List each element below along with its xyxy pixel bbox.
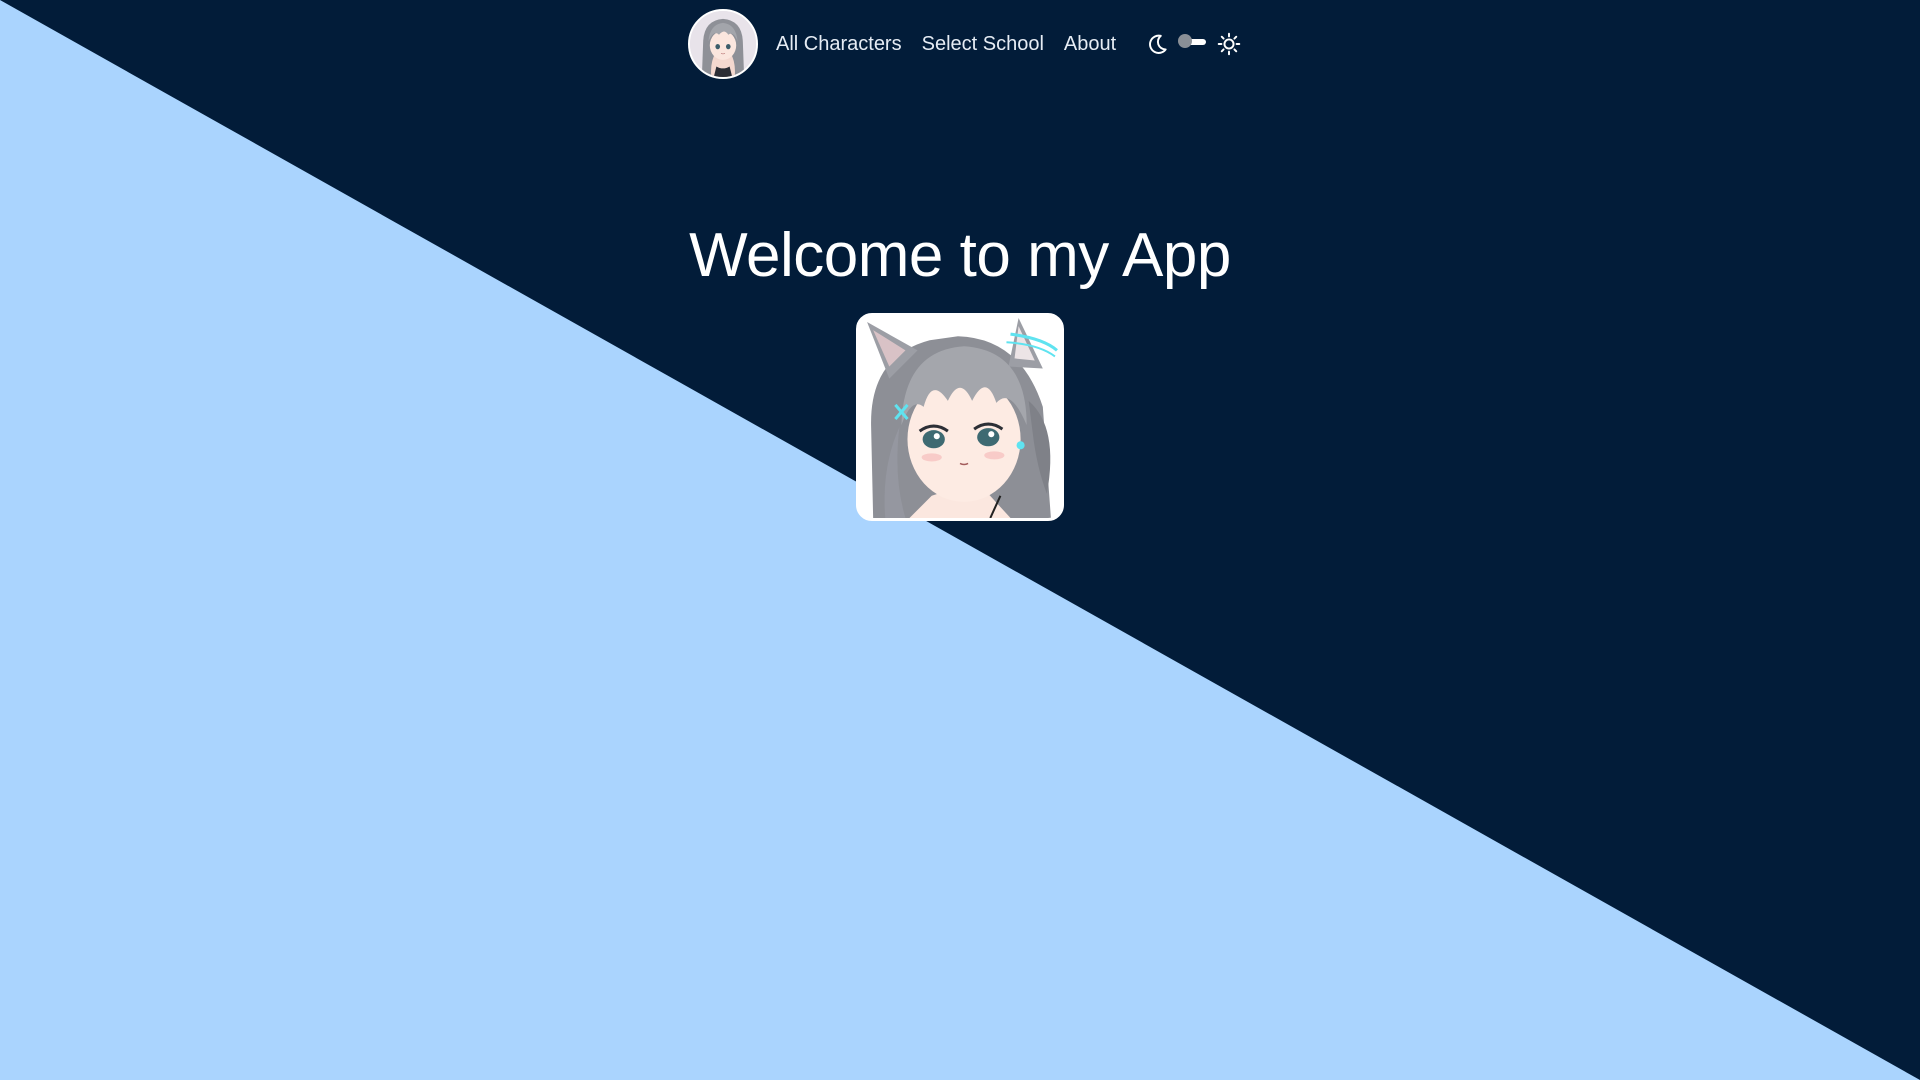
dark-diagonal-background [0,0,1920,1080]
character-avatar-icon [690,11,756,77]
nav-link-select-school[interactable]: Select School [922,33,1044,56]
top-navigation: All Characters Select School About [688,8,1242,80]
hero-character-image [856,313,1064,521]
theme-switch[interactable] [1178,34,1208,48]
theme-toggle [1144,31,1242,57]
home-avatar-link[interactable] [688,9,758,79]
nav-link-all-characters[interactable]: All Characters [776,33,902,56]
theme-switch-knob [1178,34,1193,48]
sun-icon [1217,32,1241,56]
page-title: Welcome to my App [689,221,1231,290]
moon-icon [1149,34,1167,54]
character-portrait-icon [859,316,1061,518]
nav-links: All Characters Select School About [776,33,1136,56]
nav-link-about[interactable]: About [1064,33,1116,56]
